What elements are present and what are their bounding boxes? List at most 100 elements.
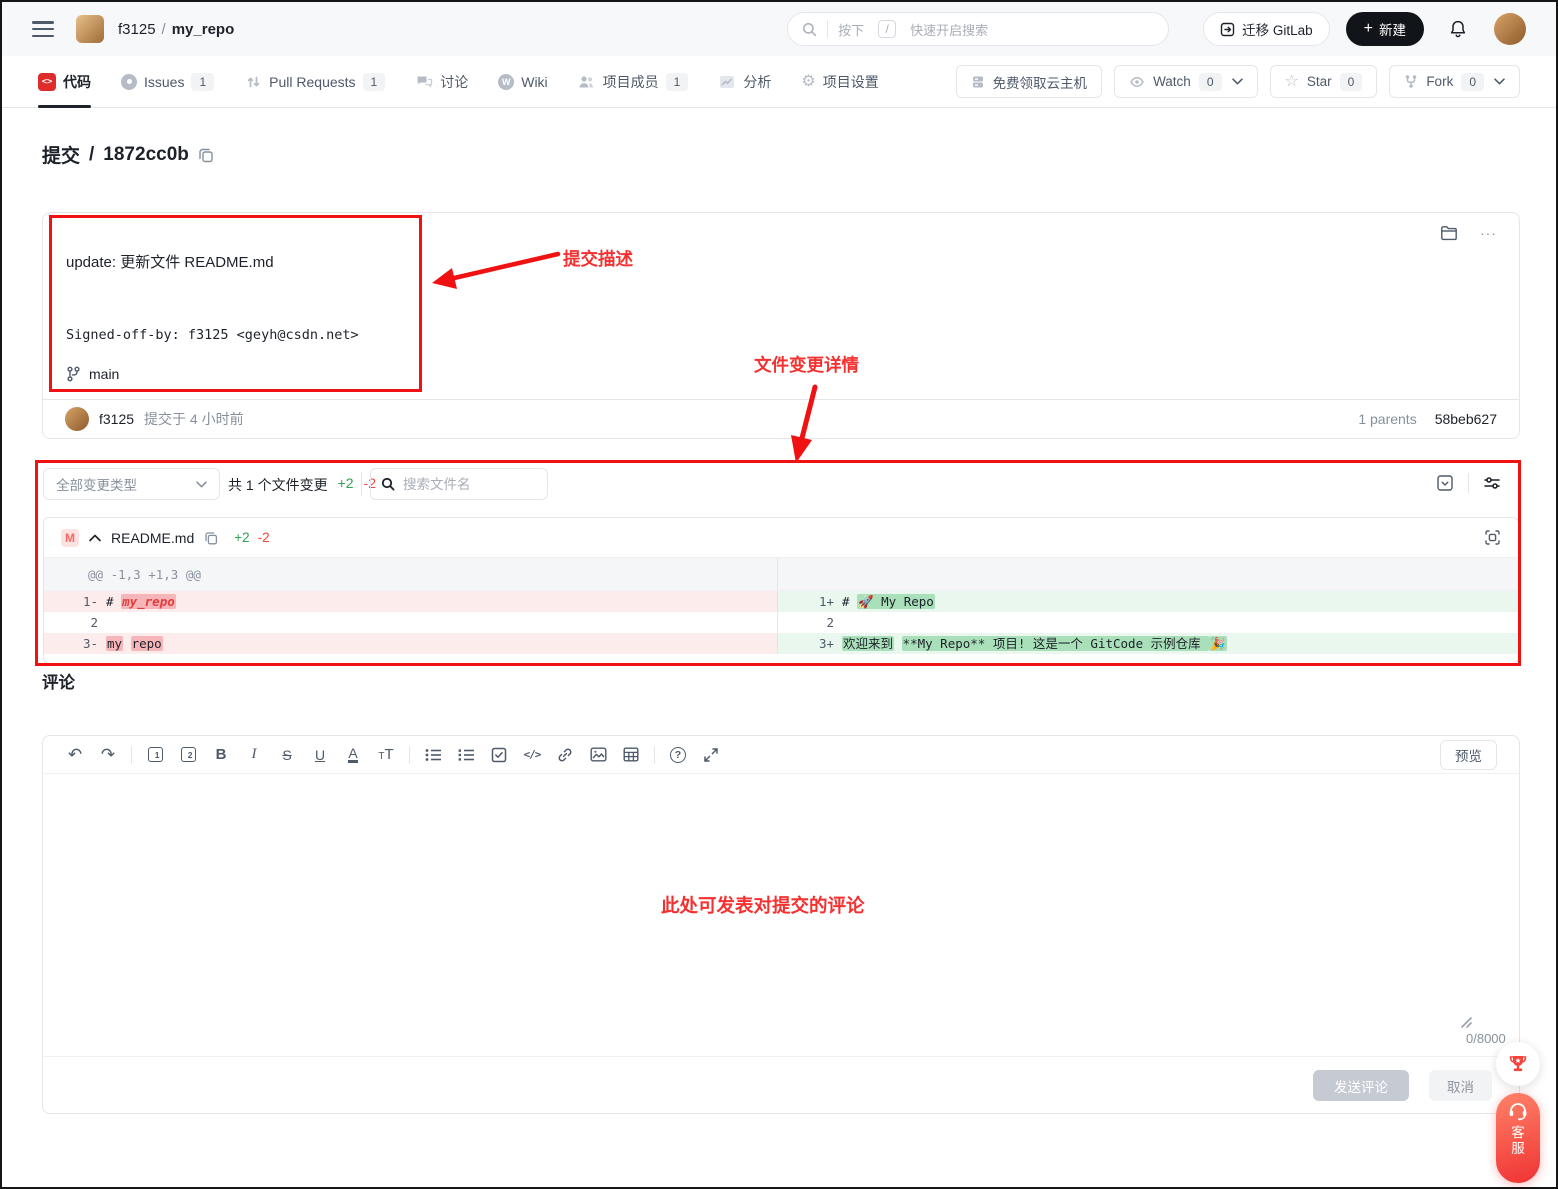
table-icon[interactable]: [621, 745, 641, 765]
tab-analysis[interactable]: 分析: [718, 56, 771, 107]
search-placeholder-prefix: 按下: [838, 20, 864, 39]
star-button[interactable]: ☆ Star 0: [1270, 65, 1378, 98]
fork-count-badge: 0: [1461, 73, 1484, 91]
underline-icon[interactable]: U: [310, 745, 330, 765]
cloud-server-icon: [971, 75, 985, 89]
repo-action-buttons: 免费领取云主机 Watch 0 ☆ Star 0: [956, 65, 1520, 98]
numbered-list-icon[interactable]: [456, 745, 476, 765]
strikethrough-icon[interactable]: S: [277, 745, 297, 765]
actions-divider: [1468, 473, 1469, 493]
new-button[interactable]: + 新建: [1346, 12, 1424, 46]
git-branch-icon: [66, 366, 81, 382]
diff-file-header: M README.md +2 -2: [44, 518, 1518, 558]
tab-wiki[interactable]: W Wiki: [498, 56, 547, 107]
cancel-button[interactable]: 取消: [1429, 1070, 1492, 1101]
copy-icon[interactable]: [198, 147, 214, 163]
image-icon[interactable]: [588, 745, 608, 765]
breadcrumb-repo[interactable]: my_repo: [172, 21, 235, 38]
font-size-icon[interactable]: TT: [376, 745, 396, 765]
diff-row-2: 2 2: [44, 612, 1518, 633]
chevron-up-icon[interactable]: [89, 534, 101, 542]
search-icon: [381, 477, 395, 491]
change-type-select[interactable]: 全部变更类型: [43, 468, 220, 500]
resize-handle-icon[interactable]: [1458, 1014, 1473, 1029]
search-divider: [827, 20, 828, 38]
rewards-trophy-button[interactable]: [1496, 1042, 1540, 1086]
link-icon[interactable]: [555, 745, 575, 765]
line-number: 1-: [44, 591, 106, 612]
file-name[interactable]: README.md: [111, 530, 194, 546]
file-removed-count: -2: [258, 530, 270, 545]
repo-owner-avatar[interactable]: [76, 15, 104, 43]
removed-word: my_repo: [121, 594, 176, 609]
line-number: 1+: [778, 591, 842, 612]
diff-settings-icon[interactable]: [1483, 474, 1501, 492]
italic-icon[interactable]: I: [244, 745, 264, 765]
line-number: 2: [778, 612, 842, 633]
more-actions-icon[interactable]: ···: [1480, 225, 1497, 241]
comment-input-area: [43, 774, 1519, 1056]
removed-word: my: [106, 636, 123, 651]
changes-actions: [1436, 473, 1501, 493]
heading-2-icon[interactable]: 2: [178, 745, 198, 765]
free-cloud-host-button[interactable]: 免费领取云主机: [956, 65, 1103, 98]
folder-icon[interactable]: [1440, 225, 1458, 241]
redo-icon[interactable]: ↷: [98, 745, 118, 765]
bulleted-list-icon[interactable]: [423, 745, 443, 765]
preview-button[interactable]: 预览: [1440, 740, 1497, 770]
help-icon[interactable]: ?: [668, 745, 688, 765]
commit-branch[interactable]: main: [66, 366, 119, 382]
tab-settings[interactable]: ⚙ 项目设置: [801, 56, 878, 107]
issues-icon: [121, 74, 137, 90]
file-search-input[interactable]: [403, 477, 523, 492]
customer-service-button[interactable]: 客服: [1496, 1093, 1540, 1183]
added-word: **My Repo** 项目! 这是一个 GitCode 示例仓库: [902, 636, 1210, 651]
tab-code[interactable]: <> 代码: [38, 56, 91, 107]
heading-1-icon[interactable]: 1: [145, 745, 165, 765]
commit-card-actions: ···: [1440, 225, 1497, 241]
global-search-input[interactable]: 按下/快速开启搜索: [787, 12, 1169, 46]
added-emoji: 🎉: [1209, 636, 1227, 651]
search-icon: [802, 22, 817, 37]
watch-count-badge: 0: [1199, 73, 1222, 91]
send-comment-button[interactable]: 发送评论: [1313, 1070, 1409, 1101]
bold-icon[interactable]: B: [211, 745, 231, 765]
gear-icon: ⚙: [801, 74, 815, 90]
bell-icon[interactable]: [1448, 19, 1468, 39]
author-avatar[interactable]: [65, 407, 89, 431]
parents-label: 1 parents: [1358, 411, 1416, 427]
copy-icon[interactable]: [204, 531, 218, 545]
changes-summary: 共 1 个文件变更 +2 -2: [228, 475, 376, 495]
headset-icon: [1507, 1102, 1529, 1122]
tab-members[interactable]: 项目成员 1: [578, 56, 689, 107]
user-avatar[interactable]: [1494, 13, 1526, 45]
chevron-down-icon: [1232, 78, 1243, 85]
undo-icon[interactable]: ↶: [65, 745, 85, 765]
change-type-value: 全部变更类型: [56, 474, 137, 494]
code-icon[interactable]: </>: [522, 745, 542, 765]
issues-count-badge: 1: [191, 73, 214, 91]
commit-signoff: Signed-off-by: f3125 <geyh@csdn.net>: [66, 327, 359, 343]
font-color-icon[interactable]: A: [343, 745, 363, 765]
fullscreen-icon[interactable]: [701, 745, 721, 765]
commit-author[interactable]: f3125: [99, 411, 134, 427]
eye-watch-icon: [1129, 75, 1145, 89]
chevron-down-icon: [196, 481, 207, 488]
tab-pull-requests[interactable]: Pull Requests 1: [244, 56, 385, 107]
tab-discussion[interactable]: 讨论: [415, 56, 468, 107]
tab-issues[interactable]: Issues 1: [121, 56, 214, 107]
task-list-icon[interactable]: [489, 745, 509, 765]
parent-sha[interactable]: 58beb627: [1435, 411, 1497, 427]
comment-textarea[interactable]: [43, 774, 1519, 1056]
slash-keycap: /: [878, 20, 896, 38]
watch-button[interactable]: Watch 0: [1114, 65, 1257, 98]
trophy-icon: [1506, 1052, 1530, 1076]
breadcrumb-user[interactable]: f3125: [118, 21, 156, 38]
repo-tabbar: <> 代码 Issues 1 Pull Requests 1 讨论 W Wiki: [2, 56, 1556, 108]
collapse-all-icon[interactable]: [1436, 474, 1454, 492]
hamburger-menu-icon[interactable]: [32, 21, 54, 37]
view-file-scan-icon[interactable]: [1484, 529, 1501, 546]
chart-icon: [718, 73, 736, 91]
migrate-gitlab-button[interactable]: 迁移 GitLab: [1203, 12, 1330, 46]
fork-button[interactable]: Fork 0: [1389, 65, 1520, 98]
